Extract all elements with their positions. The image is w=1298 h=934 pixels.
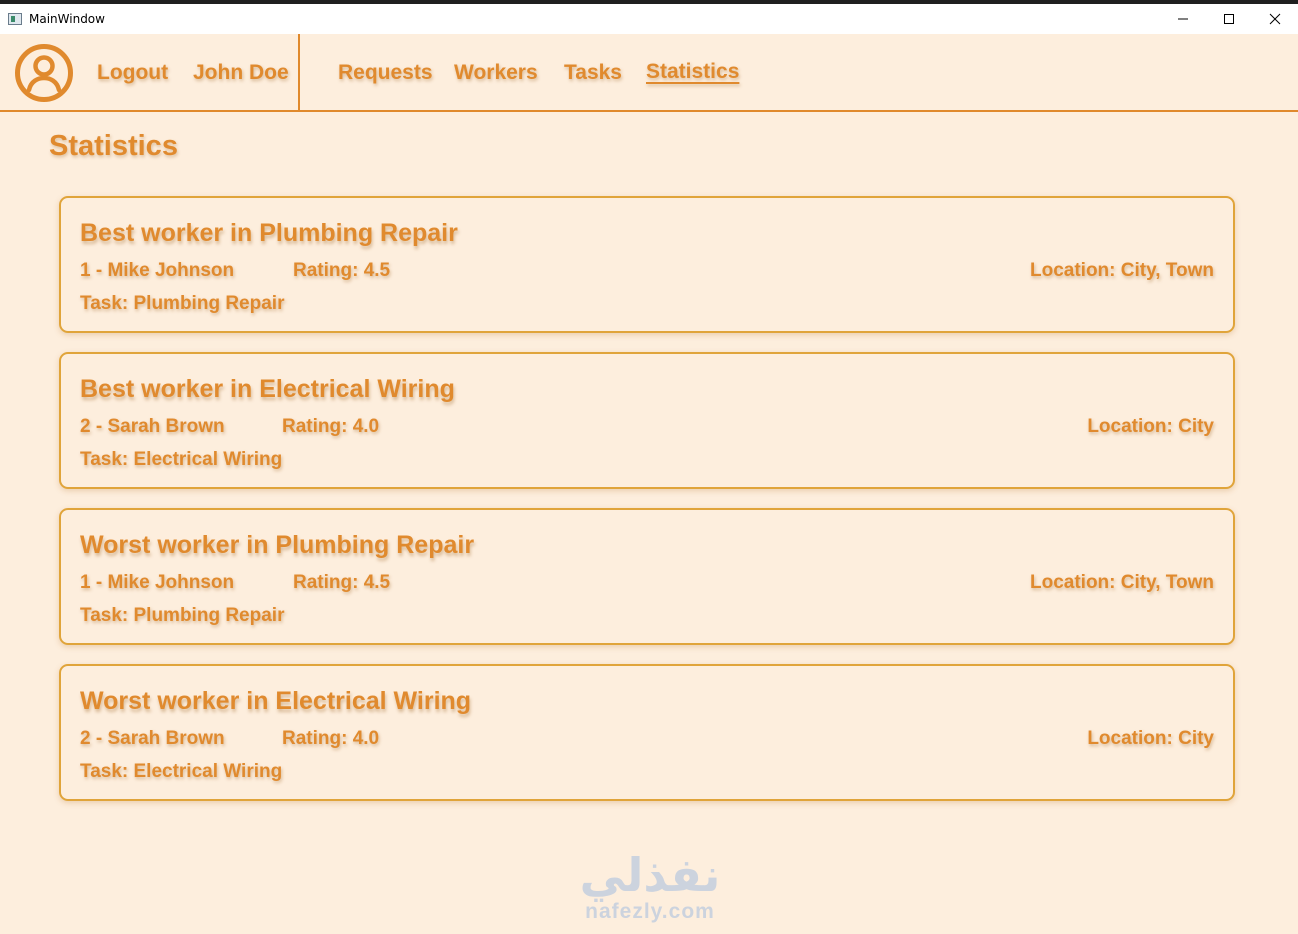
app-window-icon [8, 13, 22, 25]
nav-statistics[interactable]: Statistics [646, 60, 739, 84]
close-button[interactable] [1252, 4, 1298, 34]
worker-rating: Rating: 4.0 [282, 728, 380, 749]
stat-card-best-electrical: Best worker in Electrical Wiring 2 - Sar… [59, 352, 1235, 489]
worker-location: Location: City, Town [1030, 572, 1214, 593]
stat-card-worst-electrical: Worst worker in Electrical Wiring 2 - Sa… [59, 664, 1235, 801]
stat-card-worst-plumbing: Worst worker in Plumbing Repair 1 - Mike… [59, 508, 1235, 645]
worker-location: Location: City [1087, 728, 1214, 749]
watermark-arabic: نفذلي [579, 848, 721, 902]
nav-divider [298, 34, 300, 110]
maximize-button[interactable] [1206, 4, 1252, 34]
worker-task: Task: Plumbing Repair [80, 293, 285, 314]
minimize-button[interactable] [1160, 4, 1206, 34]
watermark-url: nafezly.com [585, 900, 715, 923]
worker-task: Task: Plumbing Repair [80, 605, 285, 626]
close-icon [1269, 13, 1281, 25]
user-name-label[interactable]: John Doe [193, 61, 289, 85]
card-title: Worst worker in Electrical Wiring [80, 687, 472, 715]
maximize-icon [1224, 14, 1234, 24]
worker-name: 1 - Mike Johnson [80, 260, 235, 281]
nav-tasks[interactable]: Tasks [564, 61, 622, 85]
window-title: MainWindow [29, 12, 105, 26]
worker-rating: Rating: 4.5 [293, 572, 391, 593]
card-title: Best worker in Plumbing Repair [80, 219, 458, 247]
worker-name: 2 - Sarah Brown [80, 416, 225, 437]
card-title: Best worker in Electrical Wiring [80, 375, 455, 403]
worker-task: Task: Electrical Wiring [80, 449, 283, 470]
worker-name: 2 - Sarah Brown [80, 728, 225, 749]
worker-location: Location: City, Town [1030, 260, 1214, 281]
stat-card-best-plumbing: Best worker in Plumbing Repair 1 - Mike … [59, 196, 1235, 333]
card-title: Worst worker in Plumbing Repair [80, 531, 475, 559]
worker-name: 1 - Mike Johnson [80, 572, 235, 593]
worker-task: Task: Electrical Wiring [80, 761, 283, 782]
window-controls [1160, 4, 1298, 34]
worker-rating: Rating: 4.0 [282, 416, 380, 437]
user-circle-icon[interactable] [14, 43, 74, 103]
minimize-icon [1178, 18, 1188, 20]
worker-rating: Rating: 4.5 [293, 260, 391, 281]
top-navbar: Logout John Doe Requests Workers Tasks S… [0, 34, 1298, 112]
logout-link[interactable]: Logout [97, 61, 168, 85]
page-title: Statistics [49, 130, 178, 162]
nav-requests[interactable]: Requests [338, 61, 433, 85]
watermark: نفذلي nafezly.com [560, 850, 740, 934]
window-titlebar: MainWindow [0, 4, 1298, 34]
worker-location: Location: City [1087, 416, 1214, 437]
nav-workers[interactable]: Workers [454, 61, 538, 85]
